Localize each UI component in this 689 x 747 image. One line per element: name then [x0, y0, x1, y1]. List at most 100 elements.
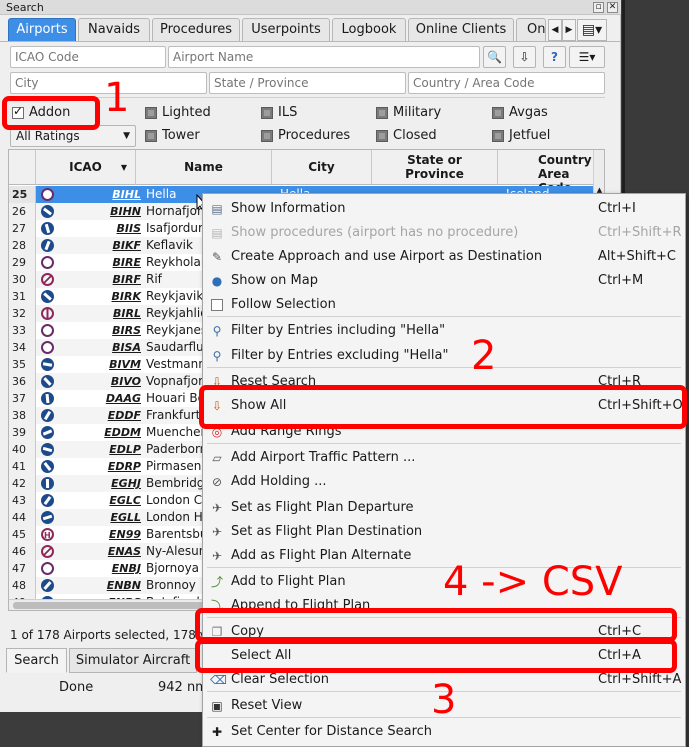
- icao-cell: BIIS: [116, 222, 142, 235]
- icao-cell: BIRK: [111, 290, 141, 303]
- menu-item-show-information[interactable]: ▤ Show Information Ctrl+I: [203, 197, 685, 221]
- tab-procedures[interactable]: Procedures: [152, 18, 240, 42]
- airport-rwy-icon: [41, 426, 54, 439]
- state-header[interactable]: State or Province: [372, 150, 498, 185]
- tab-simulator-aircraft[interactable]: Simulator Aircraft: [69, 648, 197, 673]
- status-text: 1 of 178 Airports selected, 178 v: [10, 628, 207, 642]
- filter-icon: ⚲: [212, 324, 222, 338]
- menu-item-label: Show Information: [231, 201, 346, 216]
- airport-rwy-icon: [41, 579, 54, 592]
- country-header[interactable]: Country Area Code: [498, 150, 598, 195]
- tab-online-clients[interactable]: Online Clients: [408, 18, 514, 42]
- row-number: 35: [9, 356, 36, 373]
- icao-cell: BIHL: [112, 188, 141, 201]
- addfp-icon: ⤴: [210, 575, 223, 589]
- plane-icon: ✈: [211, 549, 223, 563]
- airport-rwy-icon: [41, 205, 54, 218]
- airport-ringslash-icon: [41, 273, 54, 286]
- menu-item-show-on-map[interactable]: ● Show on Map Ctrl+M: [203, 269, 685, 293]
- airport-ring-icon: [41, 341, 54, 354]
- airport-ringbar-icon: [41, 307, 54, 320]
- icao-header[interactable]: ICAO ▼: [36, 150, 136, 185]
- menu-item-label: Set as Flight Plan Departure: [231, 500, 414, 515]
- menu-item-add-airport-traffic-pattern[interactable]: ▱ Add Airport Traffic Pattern ...: [203, 446, 685, 470]
- airport-rwy-icon: [41, 443, 54, 456]
- tab-userpoints[interactable]: Userpoints: [242, 18, 330, 42]
- menu-item-label: Add Holding ...: [231, 474, 327, 489]
- help-icon[interactable]: ?: [543, 46, 566, 68]
- closed-label: Closed: [393, 128, 437, 143]
- tab-scroll-right-icon[interactable]: ▶: [562, 19, 576, 41]
- row-number: 48: [9, 577, 36, 594]
- tab-online-partial[interactable]: On: [516, 18, 546, 42]
- airport-rwy-icon: [41, 358, 54, 371]
- menu-item-filter-by-entries-excluding-hell[interactable]: ⚲ Filter by Entries excluding "Hella": [203, 344, 685, 368]
- airport-rwy-icon: [41, 290, 54, 303]
- menu-item-follow-selection[interactable]: Follow Selection: [203, 293, 685, 317]
- row-number: 37: [9, 390, 36, 407]
- airport-rwy-icon: [41, 375, 54, 388]
- icao-cell: BIVM: [109, 358, 141, 371]
- tower-label: Tower: [162, 128, 200, 143]
- close-icon[interactable]: ✕: [607, 2, 618, 13]
- icao-cell: BIHN: [110, 205, 141, 218]
- icao-cell: ENAS: [107, 545, 141, 558]
- ils-checkbox[interactable]: [261, 107, 273, 119]
- jetfuel-label: Jetfuel: [509, 128, 551, 143]
- menu-item-filter-by-entries-including-hell[interactable]: ⚲ Filter by Entries including "Hella": [203, 319, 685, 343]
- airport-rwy-icon: [41, 409, 54, 422]
- menu-item-set-center-for-distance-search[interactable]: ✚ Set Center for Distance Search: [203, 720, 685, 744]
- tab-search[interactable]: Search: [6, 648, 67, 673]
- window-title: Search: [6, 1, 44, 14]
- done-text: Done: [59, 680, 94, 695]
- menu-icon[interactable]: ☰▾: [569, 46, 605, 68]
- menu-item-add-holding[interactable]: ⊘ Add Holding ...: [203, 470, 685, 494]
- tab-logbook[interactable]: Logbook: [332, 18, 406, 42]
- tower-checkbox[interactable]: [145, 130, 157, 142]
- icao-cell: EDLP: [109, 443, 141, 456]
- airport-rwy-icon: [41, 460, 54, 473]
- icao-cell: ENBJ: [111, 562, 141, 575]
- filter-icon: ⚲: [212, 349, 222, 363]
- annotation-4-csv: 4 -> CSV: [443, 559, 623, 605]
- menu-item-create-approach-and-use-airport-[interactable]: ✎ Create Approach and use Airport as Dest…: [203, 245, 685, 269]
- row-number: 27: [9, 220, 36, 237]
- country-area-field[interactable]: [408, 72, 605, 94]
- clear-icon: ⌫: [210, 673, 227, 687]
- closed-checkbox[interactable]: [376, 130, 388, 142]
- tab-airports[interactable]: Airports: [8, 18, 76, 42]
- state-province-field[interactable]: [209, 72, 406, 94]
- row-number: 42: [9, 475, 36, 492]
- reset-search-icon[interactable]: ⇩: [513, 46, 536, 68]
- airport-ring-icon: [41, 188, 54, 201]
- military-label: Military: [393, 105, 442, 120]
- avgas-label: Avgas: [509, 105, 548, 120]
- procedures-checkbox[interactable]: [261, 130, 273, 142]
- float-icon[interactable]: ▫: [593, 2, 604, 13]
- tab-scroll-left-icon[interactable]: ◀: [548, 19, 562, 41]
- icao-cell: EGLC: [109, 494, 141, 507]
- airport-rwy-icon: [41, 392, 54, 405]
- name-header[interactable]: Name: [136, 150, 272, 185]
- airport-name-field[interactable]: [168, 46, 480, 68]
- lighted-checkbox[interactable]: [145, 107, 157, 119]
- city-header[interactable]: City: [272, 150, 372, 185]
- airport-rwy-icon: [41, 477, 54, 490]
- jetfuel-checkbox[interactable]: [492, 130, 504, 142]
- tab-baseline: [0, 41, 621, 42]
- military-checkbox[interactable]: [376, 107, 388, 119]
- icao-cell: EGHJ: [111, 477, 141, 490]
- info-icon: ▤: [211, 202, 223, 216]
- icao-code-field[interactable]: [10, 46, 166, 68]
- menu-item-set-as-flight-plan-departure[interactable]: ✈ Set as Flight Plan Departure: [203, 496, 685, 520]
- menu-item-shortcut: Ctrl+I: [598, 201, 636, 216]
- icao-cell: EDDF: [107, 409, 141, 422]
- search-options-icon[interactable]: 🔍: [483, 46, 506, 68]
- tab-navaids[interactable]: Navaids: [78, 18, 150, 42]
- avgas-checkbox[interactable]: [492, 107, 504, 119]
- menu-item-label: Filter by Entries including "Hella": [231, 323, 446, 338]
- menu-item-label: Add as Flight Plan Alternate: [231, 548, 412, 563]
- follow-selection-checkbox[interactable]: [211, 299, 223, 311]
- tab-menu-icon[interactable]: ▤▾: [577, 19, 607, 41]
- menu-item-set-as-flight-plan-destination[interactable]: ✈ Set as Flight Plan Destination: [203, 520, 685, 544]
